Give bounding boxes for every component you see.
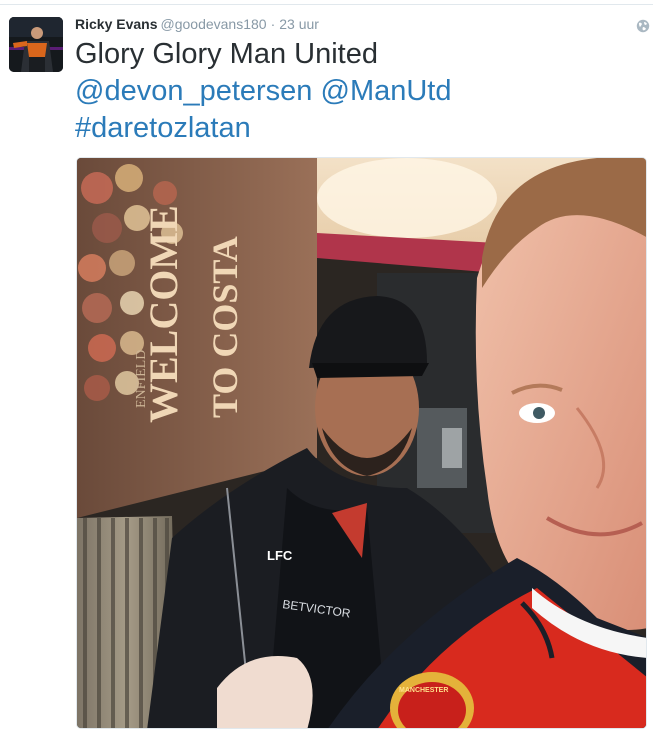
author-handle[interactable]: @goodevans180 bbox=[161, 16, 267, 32]
separator-dot: · bbox=[270, 16, 276, 32]
timestamp[interactable]: 23 uur bbox=[279, 16, 319, 32]
mention-devon-petersen[interactable]: @devon_petersen bbox=[75, 75, 312, 107]
avatar-image bbox=[9, 17, 63, 72]
wall-text-enfield: ENFIELD bbox=[134, 350, 149, 408]
hashtag-daretozlatan[interactable]: #daretozlatan bbox=[75, 112, 251, 144]
top-divider bbox=[0, 4, 653, 5]
author-name[interactable]: Ricky Evans bbox=[75, 16, 158, 32]
tweet-photo[interactable]: WELCOME TO COSTA ENFIELD BETVICTOR LFC M… bbox=[76, 157, 647, 729]
tweet-text-line-2: @devon_petersen @ManUtd bbox=[75, 73, 645, 110]
tweet-text-line-1: Glory Glory Man United bbox=[75, 38, 378, 70]
crest-text: MANCHESTER bbox=[399, 687, 448, 694]
mention-manutd[interactable]: @ManUtd bbox=[321, 75, 452, 107]
globe-icon bbox=[636, 19, 650, 33]
avatar[interactable] bbox=[9, 17, 63, 72]
tweet-text-line-3: #daretozlatan bbox=[75, 110, 645, 147]
tweet-header: Ricky Evans @goodevans180 · 23 uur bbox=[75, 15, 319, 33]
shirt-text-lfc: LFC bbox=[267, 548, 293, 563]
wall-text-tocosta: TO COSTA bbox=[205, 236, 245, 418]
selfie-photo: WELCOME TO COSTA ENFIELD BETVICTOR LFC M… bbox=[77, 158, 646, 728]
tweet-text: Glory Glory Man United @devon_petersen @… bbox=[75, 36, 645, 147]
